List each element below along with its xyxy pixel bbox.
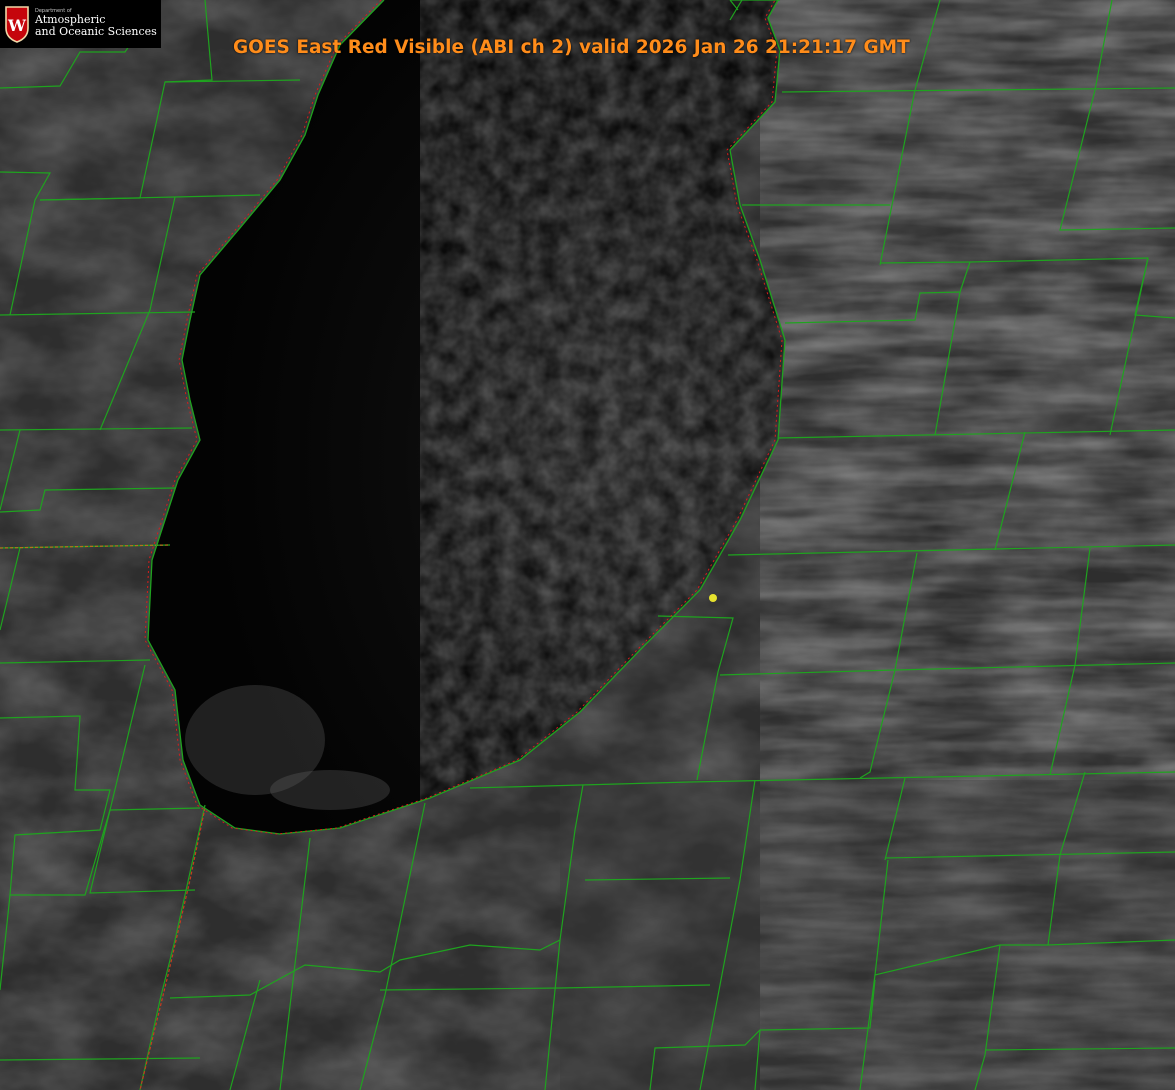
uw-crest-icon: W xyxy=(5,6,29,43)
satellite-map-viewer: W Department of Atmospheric and Oceanic … xyxy=(0,0,1175,1090)
ice-band xyxy=(270,770,390,810)
station-marker[interactable] xyxy=(709,594,717,602)
map-title: GOES East Red Visible (ABI ch 2) valid 2… xyxy=(233,37,910,58)
cloud-band-southeast xyxy=(560,780,1175,1090)
satellite-image xyxy=(0,0,1175,1090)
logo-line-2: and Oceanic Sciences xyxy=(35,25,157,38)
crest-letter: W xyxy=(7,16,27,35)
aos-logo: W Department of Atmospheric and Oceanic … xyxy=(0,0,161,48)
